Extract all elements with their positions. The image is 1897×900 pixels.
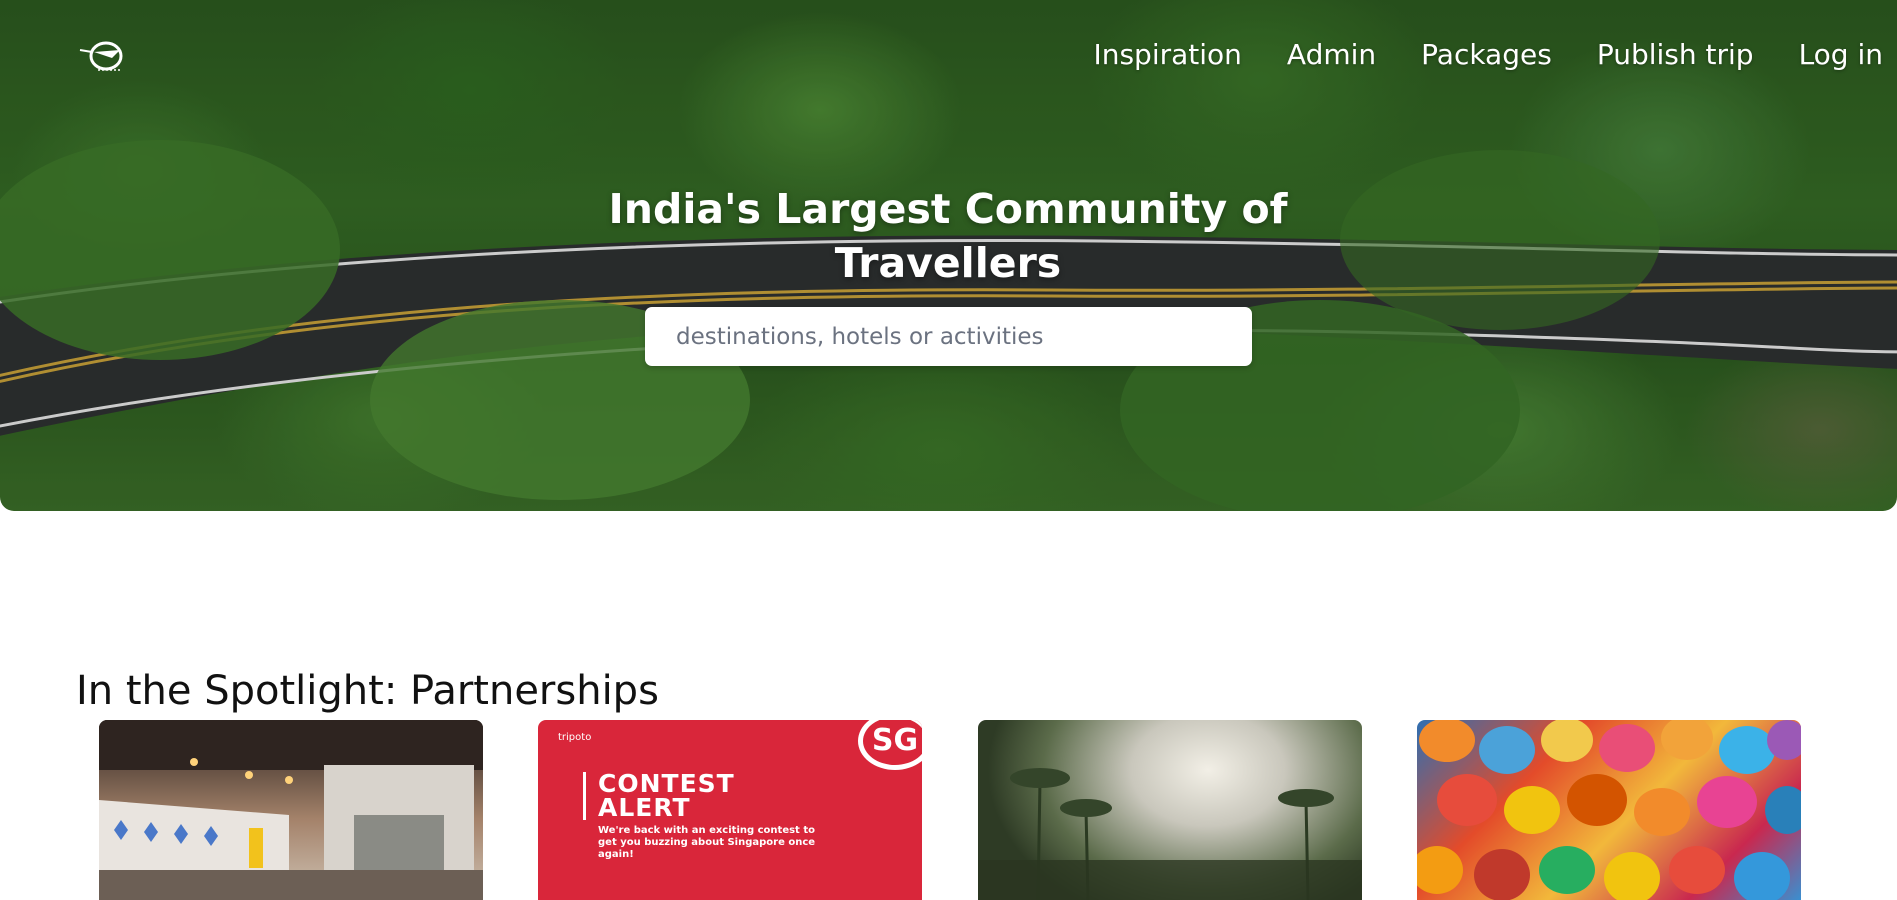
- spotlight-section-title: In the Spotlight: Partnerships: [76, 668, 659, 714]
- contest-alert-heading: CONTEST ALERT: [583, 771, 735, 820]
- contest-alert-text: We're back with an exciting contest to g…: [598, 825, 816, 860]
- hero-headline: India's Largest Community of Travellers: [608, 185, 1288, 287]
- nav-packages-link[interactable]: Packages: [1421, 36, 1552, 74]
- misty-palm-forest-image: [978, 768, 1362, 900]
- partnership-card-lanterns[interactable]: [1417, 720, 1801, 900]
- partnership-card-palm-forest[interactable]: [978, 720, 1362, 900]
- partnership-card-hostel[interactable]: [99, 720, 483, 900]
- partnership-card-contest-alert[interactable]: tripoto SG CONTEST ALERT We're back with…: [538, 720, 922, 900]
- search-input[interactable]: [645, 307, 1252, 366]
- nav-publish-trip-link[interactable]: Publish trip: [1597, 36, 1754, 74]
- hostel-common-room-image: [99, 720, 483, 900]
- singapore-badge-icon: SG: [858, 720, 922, 770]
- tripoto-brand-label: tripoto: [558, 732, 592, 743]
- top-navigation: Inspiration Admin Packages Publish trip …: [1048, 36, 1883, 74]
- nav-inspiration-link[interactable]: Inspiration: [1093, 36, 1241, 74]
- nav-login-link[interactable]: Log in: [1799, 36, 1883, 74]
- globe-airplane-logo-icon[interactable]: [76, 36, 134, 74]
- nav-admin-link[interactable]: Admin: [1287, 36, 1376, 74]
- colorful-lanterns-image: [1417, 720, 1801, 900]
- hero-banner: Inspiration Admin Packages Publish trip …: [0, 0, 1897, 511]
